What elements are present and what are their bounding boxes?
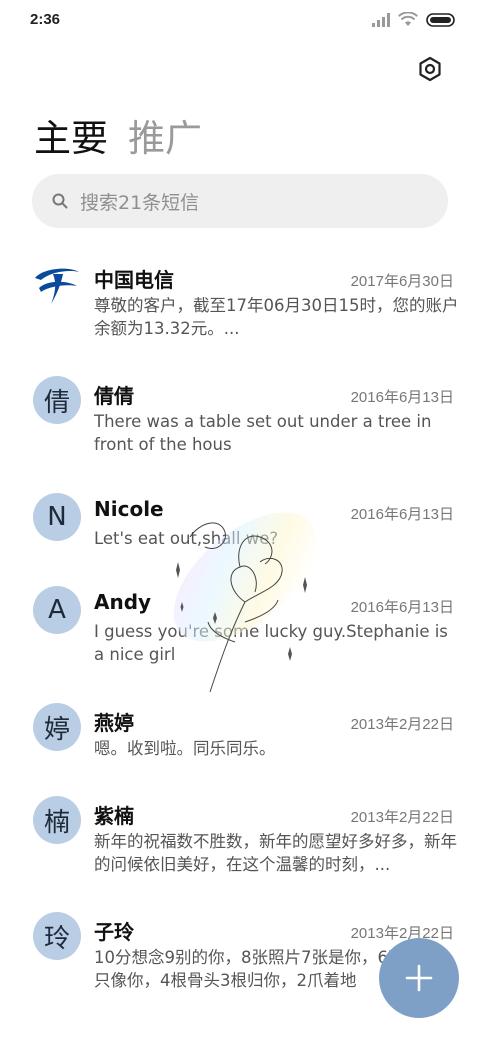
search-bar[interactable]: 搜索21条短信 — [32, 174, 448, 228]
settings-button[interactable] — [414, 53, 446, 85]
list-item[interactable]: 楠 紫楠 2013年2月22日 新年的祝福数不胜数，新年的愿望好多好多，新年的问… — [0, 786, 480, 902]
avatar: 楠 — [33, 796, 81, 844]
category-tabs: 主要 推广 — [34, 108, 202, 162]
wifi-icon — [398, 12, 418, 26]
message-preview: 嗯。收到啦。同乐同乐。 — [94, 739, 276, 758]
message-preview: 尊敬的客户，截至17年06月30日15时，您的账户余额为13.32元。... — [94, 296, 459, 338]
signal-icon — [372, 12, 390, 27]
list-item[interactable]: 倩 倩倩 2016年6月13日 There was a table set ou… — [0, 366, 480, 483]
list-item[interactable]: 中国电信 2017年6月30日 尊敬的客户，截至17年06月30日15时，您的账… — [0, 250, 480, 366]
avatar: 倩 — [33, 376, 81, 424]
contact-name: 紫楠 — [94, 804, 134, 828]
message-preview: There was a table set out under a tree i… — [94, 412, 432, 454]
contact-name: 子玲 — [94, 920, 134, 944]
avatar: 玲 — [33, 912, 81, 960]
plus-icon — [405, 964, 433, 992]
search-input[interactable]: 搜索21条短信 — [80, 188, 199, 215]
china-telecom-logo — [35, 268, 79, 304]
status-icons — [372, 12, 456, 27]
contact-name: 中国电信 — [94, 268, 174, 292]
flower-watermark-icon — [173, 512, 317, 693]
message-date: 2017年6月30日 — [350, 273, 454, 290]
message-date: 2016年6月13日 — [350, 506, 454, 523]
avatar: 婷 — [33, 703, 81, 751]
contact-name: 燕婷 — [94, 711, 134, 735]
status-time: 2:36 — [30, 11, 61, 28]
tab-promotions[interactable]: 推广 — [128, 108, 202, 162]
contact-name: Andy — [94, 590, 152, 614]
search-icon — [52, 193, 68, 209]
list-item[interactable]: 婷 燕婷 2013年2月22日 嗯。收到啦。同乐同乐。 — [0, 693, 480, 786]
message-date: 2013年2月22日 — [350, 925, 454, 942]
message-date: 2016年6月13日 — [350, 599, 454, 616]
contact-name: 倩倩 — [94, 384, 134, 408]
avatar: A — [33, 586, 81, 634]
message-date: 2013年2月22日 — [350, 809, 454, 826]
tab-primary[interactable]: 主要 — [34, 108, 108, 162]
message-date: 2013年2月22日 — [350, 716, 454, 733]
gear-icon — [419, 56, 441, 82]
battery-icon — [426, 12, 455, 27]
status-bar: 2:36 — [0, 0, 480, 40]
new-message-button[interactable] — [379, 938, 459, 1018]
message-preview: 新年的祝福数不胜数，新年的愿望好多好多，新年的问候依旧美好，在这个温馨的时刻，.… — [94, 832, 457, 874]
avatar: N — [33, 493, 81, 541]
message-date: 2016年6月13日 — [350, 389, 454, 406]
